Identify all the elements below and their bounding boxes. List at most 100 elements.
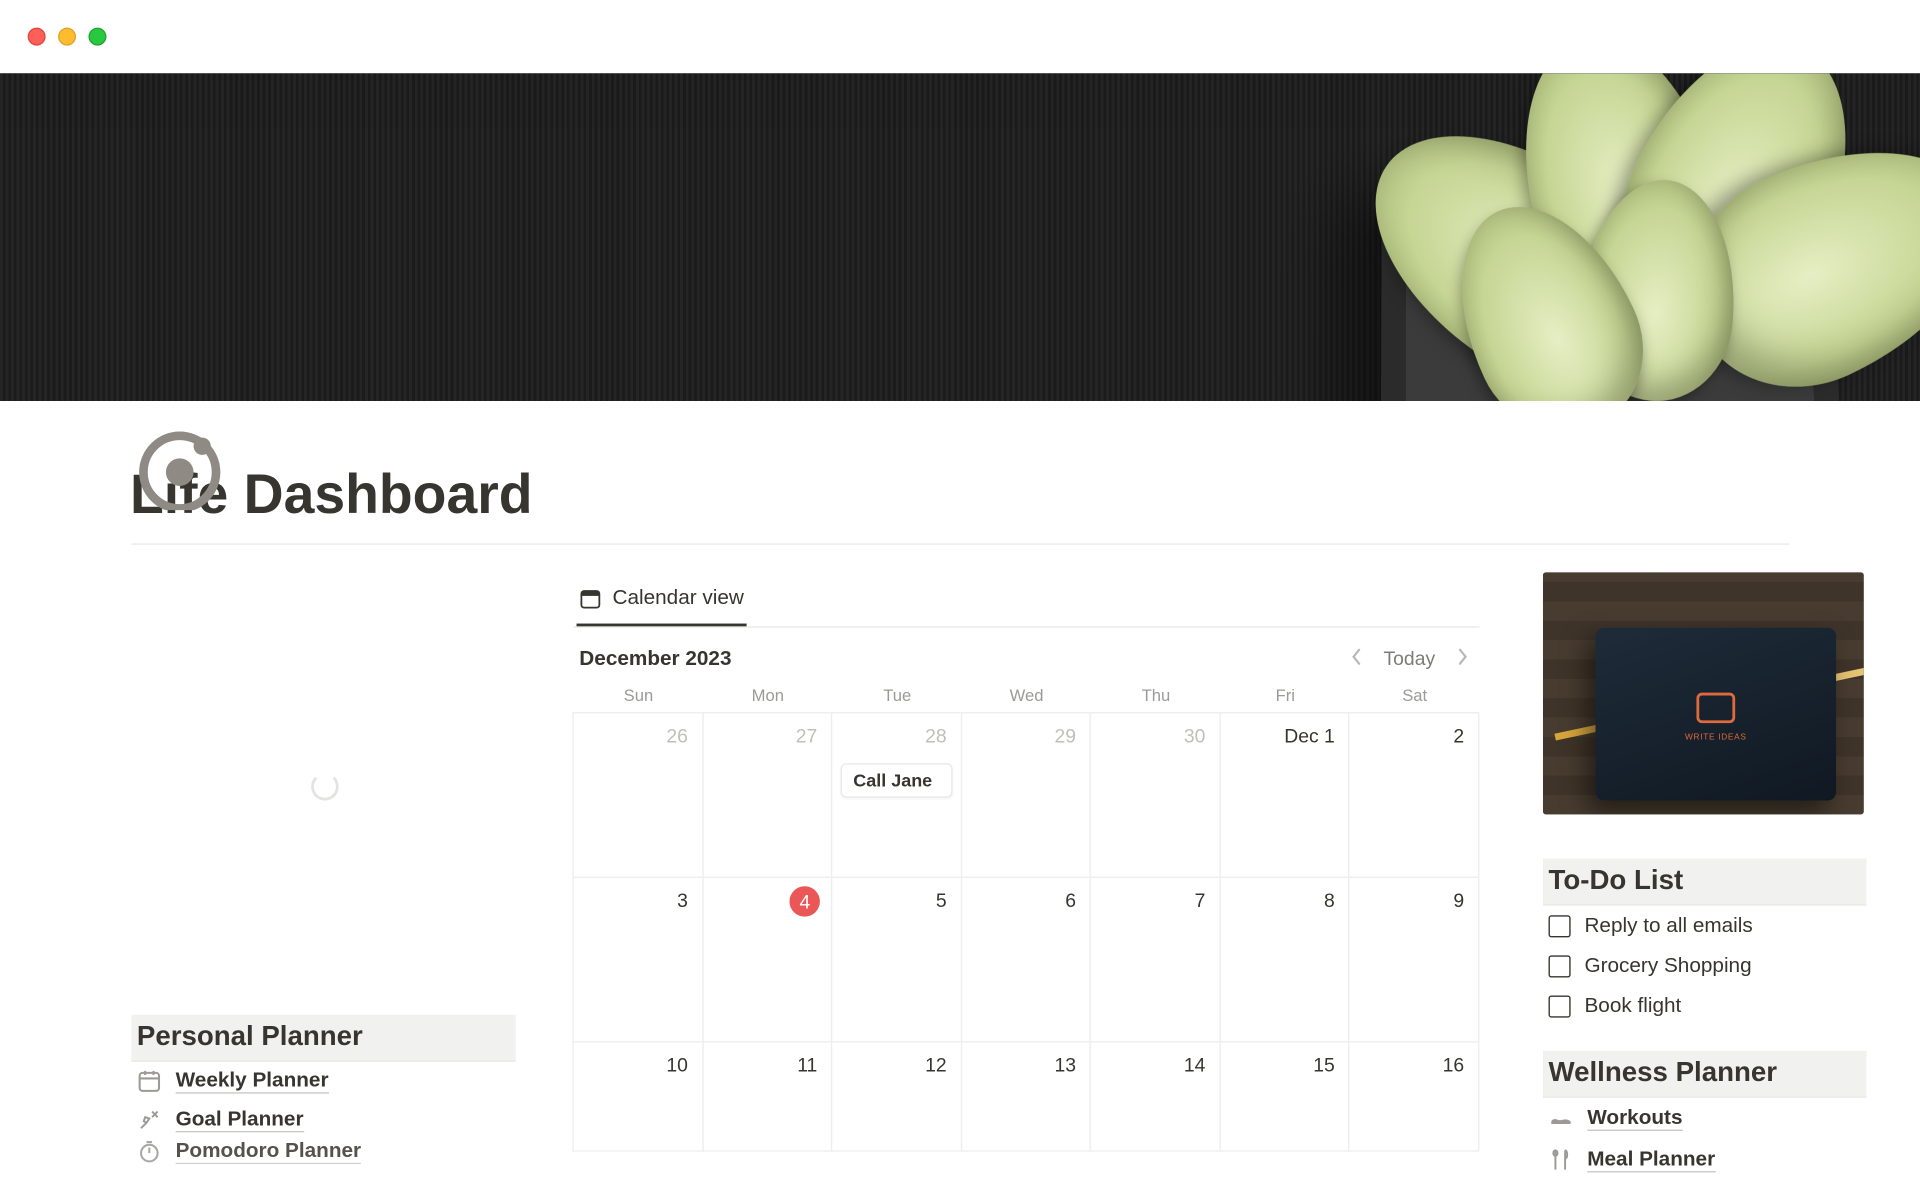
tab-calendar-view-label: Calendar view [612, 586, 743, 610]
calendar-cell[interactable]: 16 [1349, 1041, 1480, 1152]
date-number: 30 [1184, 724, 1206, 746]
window-titlebar [0, 0, 1920, 73]
weekday-label: Wed [962, 686, 1091, 705]
calendar-cell[interactable]: 11 [702, 1041, 833, 1152]
calendar-cell[interactable]: 14 [1090, 1041, 1221, 1152]
chevron-right-icon [1457, 648, 1468, 665]
calendar-cell[interactable]: 10 [572, 1041, 703, 1152]
date-number: 15 [1313, 1054, 1335, 1076]
todo-item[interactable]: Book flight [1543, 986, 1867, 1026]
link-label: Goal Planner [176, 1107, 304, 1132]
weekday-label: Thu [1091, 686, 1220, 705]
view-tabs: Calendar view [574, 575, 1480, 628]
date-number: 28 [925, 724, 947, 746]
date-number: 9 [1453, 889, 1464, 911]
minimize-window-button[interactable] [58, 28, 76, 46]
close-window-button[interactable] [28, 28, 46, 46]
calendar-cell[interactable]: 27 [702, 712, 833, 878]
link-label: Pomodoro Planner [176, 1139, 362, 1164]
calendar-cell[interactable]: 3 [572, 877, 703, 1043]
timer-icon [137, 1139, 162, 1164]
todo-heading[interactable]: To-Do List [1543, 859, 1867, 906]
date-number: 2 [1453, 724, 1464, 746]
wellness-heading[interactable]: Wellness Planner [1543, 1051, 1867, 1098]
link-label: Weekly Planner [176, 1069, 329, 1094]
calendar-icon [137, 1069, 162, 1094]
calendar-cell[interactable]: 26 [572, 712, 703, 878]
wellness-link[interactable]: Meal Planner [1543, 1139, 1867, 1180]
calendar-grid: 26 27 28 Call Jane 29 30 Dec 1 2 3 4 5 6 7 8 9 10 11 12 13… [574, 713, 1480, 1151]
image-notebook-logo [1696, 692, 1735, 722]
calendar-cell[interactable]: 29 [960, 712, 1091, 878]
sidebar-image[interactable] [1543, 572, 1864, 814]
cover-succulent [1284, 73, 1920, 401]
calendar-cell[interactable]: 4 [702, 877, 833, 1043]
todo-label: Book flight [1584, 994, 1681, 1018]
calendar-cell[interactable]: 2 [1349, 712, 1480, 878]
date-number: 7 [1195, 889, 1206, 911]
calendar-today-button[interactable]: Today [1383, 647, 1435, 669]
date-number: 29 [1055, 724, 1077, 746]
personal-planner-link[interactable]: Goal Planner [131, 1101, 515, 1140]
loading-spinner-icon [311, 773, 339, 801]
weekday-label: Tue [833, 686, 962, 705]
personal-planner-heading[interactable]: Personal Planner [131, 1015, 515, 1062]
page-icon[interactable] [138, 427, 221, 510]
target-icon [137, 1107, 162, 1132]
checkbox[interactable] [1549, 915, 1571, 937]
todo-label: Reply to all emails [1584, 914, 1752, 938]
cover-image[interactable] [0, 73, 1920, 401]
todo-item[interactable]: Reply to all emails [1543, 906, 1867, 946]
todo-item[interactable]: Grocery Shopping [1543, 946, 1867, 986]
checkbox[interactable] [1549, 955, 1571, 977]
wellness-link[interactable]: Workouts [1543, 1098, 1867, 1139]
date-number: 3 [677, 889, 688, 911]
shoe-icon [1549, 1106, 1574, 1131]
calendar-cell[interactable]: 30 [1090, 712, 1221, 878]
calendar-cell[interactable]: Dec 1 [1219, 712, 1350, 878]
calendar-prev-button[interactable] [1345, 644, 1367, 672]
date-number: 8 [1324, 889, 1335, 911]
calendar-icon [579, 587, 601, 609]
personal-planner-link[interactable]: Weekly Planner [131, 1062, 515, 1101]
title-divider [131, 543, 1789, 544]
tab-calendar-view[interactable]: Calendar view [577, 575, 747, 626]
calendar-cell[interactable]: 9 [1349, 877, 1480, 1043]
zoom-window-button[interactable] [88, 28, 106, 46]
image-notebook [1596, 628, 1837, 801]
utensils-icon [1549, 1148, 1574, 1173]
date-number: 13 [1055, 1054, 1077, 1076]
link-label: Meal Planner [1587, 1148, 1715, 1173]
date-number: 6 [1065, 889, 1076, 911]
weekday-label: Fri [1221, 686, 1350, 705]
date-number: 11 [797, 1054, 817, 1076]
date-number: 10 [666, 1054, 688, 1076]
weekday-label: Mon [703, 686, 832, 705]
calendar-next-button[interactable] [1452, 644, 1474, 672]
checkbox[interactable] [1549, 995, 1571, 1017]
weekday-label: Sun [574, 686, 703, 705]
calendar-cell[interactable]: 12 [831, 1041, 962, 1152]
calendar-cell[interactable]: 15 [1219, 1041, 1350, 1152]
calendar-event[interactable]: Call Jane [841, 763, 952, 798]
calendar-cell[interactable]: 28 Call Jane [831, 712, 962, 878]
calendar-cell[interactable]: 7 [1090, 877, 1221, 1043]
personal-planner-link[interactable]: Pomodoro Planner [131, 1139, 515, 1164]
date-number: 16 [1443, 1054, 1465, 1076]
date-number: Dec 1 [1284, 724, 1335, 746]
date-number: 5 [936, 889, 947, 911]
calendar-cell[interactable]: 8 [1219, 877, 1350, 1043]
date-number: 26 [666, 724, 688, 746]
calendar-month-label[interactable]: December 2023 [579, 646, 731, 670]
calendar-cell[interactable]: 13 [960, 1041, 1091, 1152]
calendar-cell[interactable]: 6 [960, 877, 1091, 1043]
page-title[interactable]: Life Dashboard [130, 465, 1920, 527]
date-number: 27 [796, 724, 818, 746]
date-number: 14 [1184, 1054, 1206, 1076]
date-number: 12 [925, 1054, 947, 1076]
todo-label: Grocery Shopping [1584, 954, 1751, 978]
calendar-cell[interactable]: 5 [831, 877, 962, 1043]
chevron-left-icon [1350, 648, 1361, 665]
date-number: 4 [790, 886, 820, 916]
weekday-label: Sat [1350, 686, 1479, 705]
